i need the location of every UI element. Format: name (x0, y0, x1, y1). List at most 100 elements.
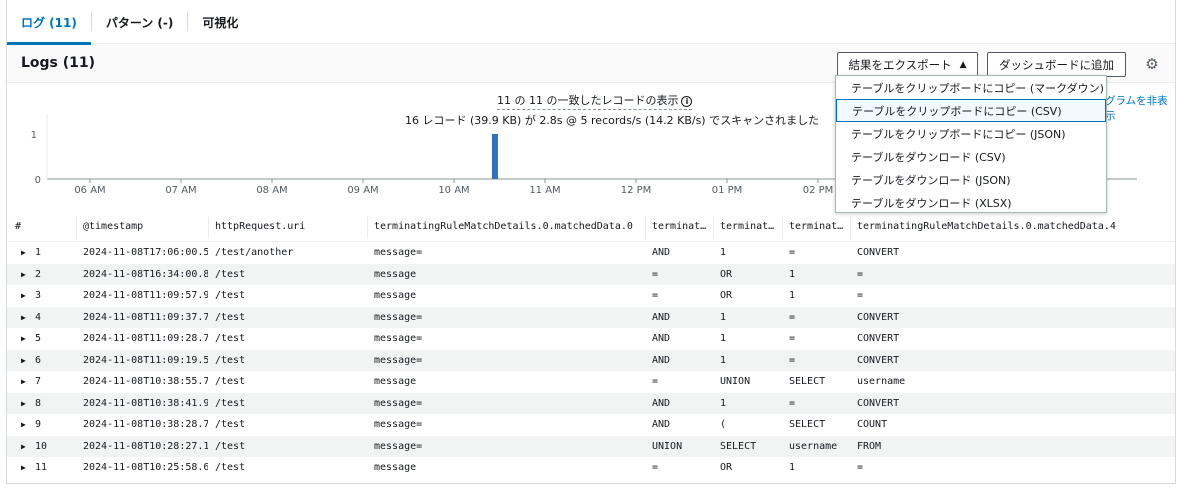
expand-row-icon[interactable]: ▶ (21, 442, 26, 451)
table-row[interactable]: ▶ 10 2024-11-08T10:28:27.1… /test message= UN… (7, 435, 1175, 457)
table-cell: COUNT (857, 419, 888, 430)
table-cell: AND (652, 247, 671, 258)
table-row[interactable]: ▶ 1 2024-11-08T17:06:00.5… /test/another mes… (7, 242, 1175, 264)
column-resize-handle[interactable] (208, 216, 209, 238)
table-cell: /test (215, 354, 246, 366)
table-row[interactable]: ▶ 7 2024-11-08T10:38:55.7… /test message = UNI… (7, 371, 1175, 393)
expand-row-icon[interactable]: ▶ (21, 356, 26, 365)
tab-visualization[interactable]: 可視化 (188, 0, 252, 44)
column-header[interactable]: httpRequest.uri (215, 221, 365, 232)
expand-row-icon[interactable]: ▶ (21, 377, 26, 386)
export-menu-item[interactable]: テーブルをクリップボードにコピー (JSON) (836, 122, 1106, 145)
expand-row-icon[interactable]: ▶ (21, 463, 26, 472)
table-cell: 7 (35, 376, 42, 387)
column-resize-handle[interactable] (367, 216, 368, 238)
table-body: ▶ 1 2024-11-08T17:06:00.5… /test/another mes… (7, 242, 1175, 479)
table-row[interactable]: ▶ 4 2024-11-08T11:09:37.7… /test message= AND… (7, 306, 1175, 328)
table-cell: /test (215, 376, 246, 387)
table-cell: 2024-11-08T16:34:00.8… (83, 268, 208, 280)
logs-title: Logs (11) (21, 55, 96, 71)
x-tick-label: 01 PM (712, 185, 743, 196)
table-cell: SELECT (720, 440, 757, 452)
export-menu: テーブルをクリップボードにコピー (マークダウン) テーブルをクリップボードにコピ… (835, 75, 1107, 213)
table-row[interactable]: ▶ 3 2024-11-08T11:09:57.9… /test message = OR 1… (7, 285, 1175, 307)
table-cell: OR (720, 268, 733, 280)
table-cell: message= (374, 354, 423, 366)
gear-icon[interactable]: ⚙ (1143, 55, 1161, 73)
table-row[interactable]: ▶ 6 2024-11-08T11:09:19.5… /test message= AND… (7, 349, 1175, 371)
table-cell: AND (652, 419, 671, 430)
table-cell: /test (215, 397, 246, 409)
x-tick-label: 07 AM (165, 185, 196, 196)
expand-row-icon[interactable]: ▶ (21, 420, 26, 429)
table-cell: CONVERT (857, 333, 900, 344)
expand-row-icon[interactable]: ▶ (21, 248, 26, 257)
x-tick-label: 11 AM (529, 185, 560, 196)
column-header[interactable]: terminat… (652, 221, 712, 232)
table-cell: 2024-11-08T10:25:58.6… (83, 462, 208, 473)
export-results-button[interactable]: 結果をエクスポート ▲ (837, 52, 978, 77)
column-resize-handle[interactable] (645, 216, 646, 238)
expand-row-icon[interactable]: ▶ (21, 313, 26, 322)
table-cell: = (857, 290, 864, 301)
y-tick-label: 1 (31, 130, 37, 141)
column-header[interactable]: terminatingRuleMatchDetails.0.matchedDat… (374, 221, 644, 232)
table-cell: 1 (789, 268, 796, 280)
column-header[interactable]: terminatingRuleMatchDetails.0.matchedDat… (857, 221, 1172, 232)
column-header[interactable]: # (15, 221, 75, 232)
column-resize-handle[interactable] (850, 216, 851, 238)
caret-up-icon: ▲ (959, 59, 967, 70)
table-row[interactable]: ▶ 11 2024-11-08T10:25:58.6… /test message = OR… (7, 457, 1175, 479)
scanned-records-summary: 16 レコード (39.9 KB) が 2.8s @ 5 records/s (… (405, 114, 820, 127)
expand-row-icon[interactable]: ▶ (21, 399, 26, 408)
export-menu-item[interactable]: テーブルをダウンロード (CSV) (836, 145, 1106, 168)
export-menu-item[interactable]: テーブルをダウンロード (JSON) (836, 168, 1106, 191)
table-cell: username (857, 376, 906, 387)
histogram-bar (491, 134, 498, 179)
table-row[interactable]: ▶ 5 2024-11-08T11:09:28.7… /test message= AND… (7, 328, 1175, 350)
table-row[interactable]: ▶ 2 2024-11-08T16:34:00.8… /test message = OR 1… (7, 263, 1175, 285)
table-cell: 2024-11-08T17:06:00.5… (83, 247, 208, 258)
table-cell: FROM (857, 440, 882, 452)
table-cell: message (374, 290, 417, 301)
table-cell: 1 (720, 397, 727, 409)
table-cell: = (789, 247, 796, 258)
expand-row-icon[interactable]: ▶ (21, 334, 26, 343)
results-table: # @timestamp httpRequest.uri terminatingRul… (7, 212, 1175, 479)
table-cell: 1 (720, 354, 727, 366)
matched-records-text: 11 の 11 の一致したレコードの表示 (497, 94, 679, 107)
x-tick-label: 09 AM (347, 185, 378, 196)
table-cell: /test (215, 462, 246, 473)
table-cell: 2024-11-08T11:09:19.5… (83, 354, 208, 366)
column-resize-handle[interactable] (782, 216, 783, 238)
table-cell: message (374, 268, 417, 280)
column-header[interactable]: @timestamp (83, 221, 208, 232)
export-menu-item[interactable]: テーブルをクリップボードにコピー (CSV) (836, 99, 1106, 122)
table-cell: = (857, 462, 864, 473)
table-cell: = (652, 268, 659, 280)
export-menu-item[interactable]: テーブルをクリップボードにコピー (マークダウン) (836, 76, 1106, 99)
table-row[interactable]: ▶ 9 2024-11-08T10:38:28.7… /test message= AND… (7, 414, 1175, 436)
table-cell: /test (215, 419, 246, 430)
tab-patterns[interactable]: パターン (-) (92, 0, 188, 44)
hide-histogram-link[interactable]: グラムを非表示 (1105, 93, 1175, 123)
table-cell: 1 (789, 462, 796, 473)
column-resize-handle[interactable] (713, 216, 714, 238)
info-icon[interactable]: i (681, 96, 693, 107)
table-cell: AND (652, 397, 671, 409)
add-to-dashboard-button[interactable]: ダッシュボードに追加 (987, 52, 1126, 77)
expand-row-icon[interactable]: ▶ (21, 291, 26, 300)
table-row[interactable]: ▶ 8 2024-11-08T10:38:41.9… /test message= AND… (7, 392, 1175, 414)
export-menu-item[interactable]: テーブルをダウンロード (XLSX) (836, 191, 1106, 214)
table-header: # @timestamp httpRequest.uri terminatingRul… (7, 212, 1175, 242)
table-cell: message= (374, 311, 423, 323)
table-cell: message= (374, 397, 423, 409)
expand-row-icon[interactable]: ▶ (21, 270, 26, 279)
table-cell: = (789, 311, 796, 323)
column-header[interactable]: terminat… (720, 221, 780, 232)
table-cell: 1 (720, 247, 727, 258)
results-tabs: ログ (11) パターン (-) 可視化 (7, 0, 1175, 45)
tab-logs[interactable]: ログ (11) (7, 0, 91, 45)
column-header[interactable]: terminat… (789, 221, 849, 232)
column-resize-handle[interactable] (76, 216, 77, 238)
